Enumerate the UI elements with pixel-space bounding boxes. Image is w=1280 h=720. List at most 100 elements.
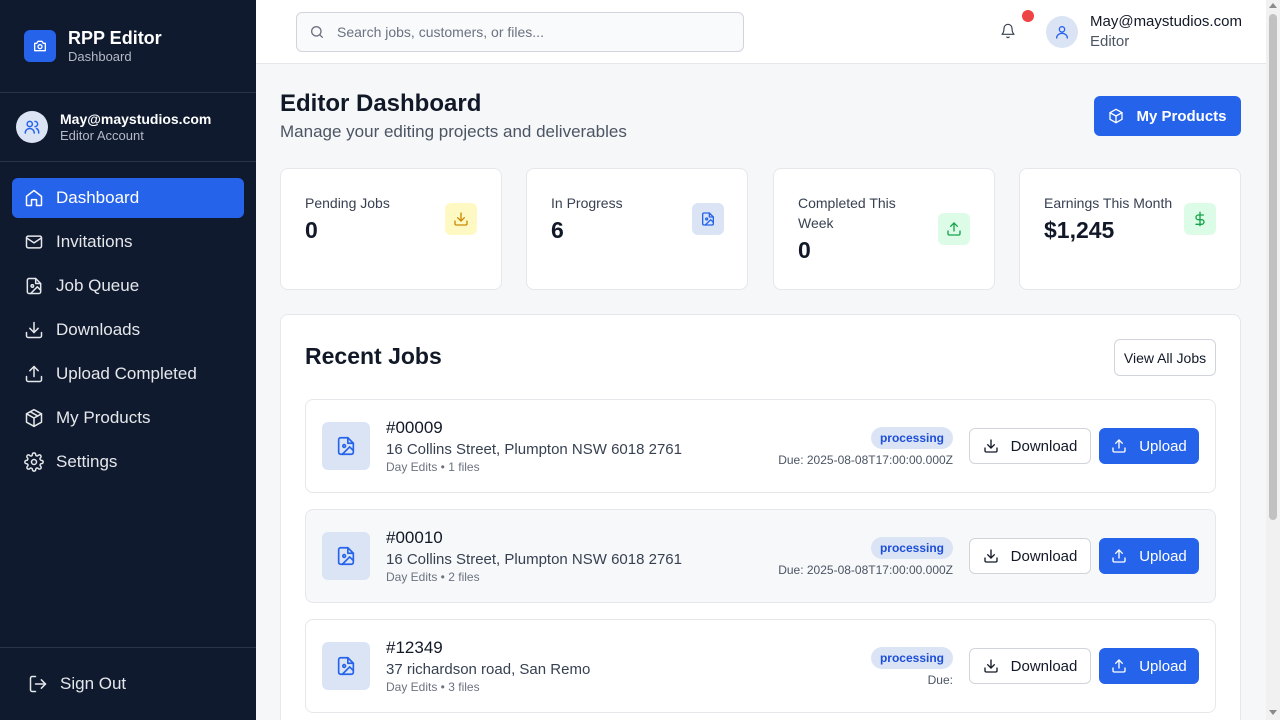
job-address: 37 richardson road, San Remo [386,661,591,678]
file-image-icon [692,203,724,235]
stat-label: Pending Jobs [305,195,390,211]
job-meta: Day Edits • 1 files [386,460,480,474]
stat-card-in-progress: In Progress 6 [526,168,748,290]
scroll-up-icon[interactable] [1269,3,1277,8]
sign-out-button[interactable]: Sign Out [0,647,256,720]
page-scrollbar[interactable] [1266,0,1280,720]
header-user-role: Editor [1090,33,1130,50]
upload-icon [1111,548,1127,564]
upload-button[interactable]: Upload [1099,538,1199,574]
job-address: 16 Collins Street, Plumpton NSW 6018 276… [386,441,682,458]
sidebar-item-label: Dashboard [56,188,140,207]
log-out-icon [28,674,48,694]
download-button[interactable]: Download [969,538,1091,574]
notification-badge [1022,10,1034,22]
sidebar-item-downloads[interactable]: Downloads [12,310,244,350]
account-name: May@maystudios.com [60,111,212,127]
download-icon [983,548,999,564]
my-products-button[interactable]: My Products [1094,96,1241,136]
sidebar-item-dashboard[interactable]: Dashboard [12,178,244,218]
file-image-icon [322,642,370,690]
upload-icon [938,213,970,245]
file-image-icon [322,532,370,580]
job-meta: Day Edits • 3 files [386,680,480,694]
stat-label: Completed This Week [798,195,896,231]
sidebar: RPP Editor Dashboard May@maystudios.com … [0,0,256,720]
header-user-name: May@maystudios.com [1090,13,1242,30]
users-icon [16,111,48,143]
job-row[interactable]: #00010 16 Collins Street, Plumpton NSW 6… [305,509,1216,603]
page-subtitle: Manage your editing projects and deliver… [280,122,627,141]
mail-icon [24,232,44,252]
brand: RPP Editor Dashboard [0,0,256,93]
download-icon [24,320,44,340]
status-badge: processing [870,427,953,449]
upload-label: Upload [1139,437,1187,455]
job-due: Due: 2025-08-08T17:00:00.000Z [778,563,953,577]
sidebar-nav: Dashboard Invitations Job Queue Download… [0,162,256,482]
upload-icon [24,364,44,384]
view-all-jobs-button[interactable]: View All Jobs [1114,339,1216,376]
download-label: Download [1010,437,1078,455]
brand-title: RPP Editor [68,28,162,48]
top-header: May@maystudios.com Editor [256,0,1266,64]
my-products-label: My Products [1136,107,1227,125]
header-user-info[interactable]: May@maystudios.com Editor [1090,12,1242,52]
sign-out-label: Sign Out [60,674,127,693]
download-button[interactable]: Download [969,648,1091,684]
search-box[interactable] [296,12,744,52]
download-icon [983,658,999,674]
download-icon [445,203,477,235]
page-title: Editor Dashboard [280,90,482,117]
sidebar-item-settings[interactable]: Settings [12,442,244,482]
status-badge: processing [870,647,953,669]
stat-card-pending: Pending Jobs 0 [280,168,502,290]
download-label: Download [1010,657,1078,675]
file-image-icon [24,276,44,296]
job-due: Due: 2025-08-08T17:00:00.000Z [778,453,953,467]
sidebar-item-label: Settings [56,452,118,471]
stat-value: 0 [305,217,318,243]
job-row[interactable]: #00009 16 Collins Street, Plumpton NSW 6… [305,399,1216,493]
sidebar-item-label: Job Queue [56,276,140,295]
stat-label: Earnings This Month [1044,195,1173,211]
scroll-down-icon[interactable] [1269,710,1277,715]
search-icon [309,24,325,40]
sidebar-item-label: Downloads [56,320,141,339]
recent-jobs-title: Recent Jobs [305,343,442,369]
account-role: Editor Account [60,128,144,143]
camera-icon [24,30,56,62]
sidebar-item-my-products[interactable]: My Products [12,398,244,438]
download-icon [983,438,999,454]
upload-label: Upload [1139,547,1187,565]
upload-label: Upload [1139,657,1187,675]
dollar-icon [1184,203,1216,235]
scroll-thumb[interactable] [1269,14,1277,520]
stat-value: 6 [551,217,564,243]
job-address: 16 Collins Street, Plumpton NSW 6018 276… [386,551,682,568]
bell-icon[interactable] [1000,22,1020,42]
search-input[interactable] [337,24,717,40]
job-row[interactable]: #12349 37 richardson road, San Remo Day … [305,619,1216,713]
recent-jobs-panel: Recent Jobs View All Jobs #00009 16 Coll… [280,314,1241,720]
sidebar-item-job-queue[interactable]: Job Queue [12,266,244,306]
stat-card-earnings: Earnings This Month $1,245 [1019,168,1241,290]
upload-icon [1111,438,1127,454]
stat-label: In Progress [551,195,623,211]
job-id: #12349 [386,638,443,657]
file-image-icon [322,422,370,470]
package-icon [1108,108,1124,124]
user-icon[interactable] [1046,16,1078,48]
upload-button[interactable]: Upload [1099,428,1199,464]
account-card: May@maystudios.com Editor Account [0,93,256,162]
job-due: Due: [927,673,953,687]
sidebar-item-label: Invitations [56,232,133,251]
stat-value: 0 [798,237,811,263]
upload-button[interactable]: Upload [1099,648,1199,684]
stats-row: Pending Jobs 0 In Progress 6 Completed T… [280,168,1241,290]
stat-value: $1,245 [1044,217,1115,243]
sidebar-item-invitations[interactable]: Invitations [12,222,244,262]
sidebar-item-upload-completed[interactable]: Upload Completed [12,354,244,394]
sidebar-item-label: My Products [56,408,151,427]
download-button[interactable]: Download [969,428,1091,464]
